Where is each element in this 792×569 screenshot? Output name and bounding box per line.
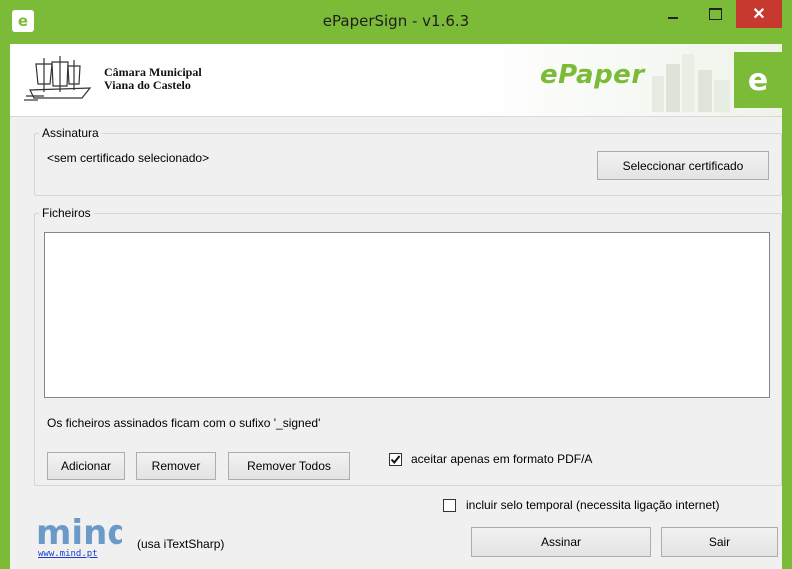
checkmark-icon <box>390 455 401 465</box>
exit-button[interactable]: Sair <box>661 527 778 557</box>
signature-legend: Assinatura <box>42 126 99 140</box>
close-icon: ✕ <box>752 6 766 23</box>
add-file-button[interactable]: Adicionar <box>47 452 125 480</box>
mind-logo-text: mind <box>36 514 122 550</box>
organization-name: Câmara Municipal Viana do Castelo <box>104 66 202 92</box>
files-legend: Ficheiros <box>42 206 91 220</box>
itextsharp-credit: (usa iTextSharp) <box>137 537 225 551</box>
mind-logo-icon: mind <box>36 514 122 550</box>
buildings-graphic-icon <box>652 54 730 112</box>
minimize-button[interactable] <box>658 0 688 28</box>
maximize-button[interactable] <box>700 0 730 28</box>
timestamp-checkbox[interactable] <box>443 499 456 512</box>
select-certificate-button[interactable]: Seleccionar certificado <box>597 151 769 180</box>
sign-button[interactable]: Assinar <box>471 527 651 557</box>
caravel-logo-icon <box>24 56 92 101</box>
signed-suffix-note: Os ficheiros assinados ficam com o sufix… <box>47 416 321 430</box>
close-button[interactable]: ✕ <box>736 0 782 28</box>
timestamp-checkbox-label[interactable]: incluir selo temporal (necessita ligação… <box>466 498 719 512</box>
minimize-icon <box>668 17 678 19</box>
files-list[interactable] <box>44 232 770 398</box>
brand-tile: e <box>734 52 782 108</box>
pdfa-checkbox[interactable] <box>389 453 402 466</box>
maximize-icon <box>708 8 722 20</box>
organization-line-2: Viana do Castelo <box>104 78 191 92</box>
client-area: Câmara Municipal Viana do Castelo ePaper… <box>10 44 782 569</box>
pdfa-checkbox-label[interactable]: aceitar apenas em formato PDF/A <box>411 452 592 466</box>
remove-file-button[interactable]: Remover <box>136 452 216 480</box>
app-window: e ePaperSign - v1.6.3 ✕ Câmara Municipal… <box>0 0 792 569</box>
title-bar[interactable]: e ePaperSign - v1.6.3 ✕ <box>0 0 792 44</box>
remove-all-files-button[interactable]: Remover Todos <box>228 452 350 480</box>
mind-website-link[interactable]: www.mind.pt <box>38 549 98 559</box>
header-banner: Câmara Municipal Viana do Castelo ePaper… <box>10 44 782 117</box>
epaper-logo: ePaper <box>540 60 645 90</box>
brand-tile-letter: e <box>747 62 769 98</box>
certificate-status: <sem certificado selecionado> <box>47 151 210 165</box>
